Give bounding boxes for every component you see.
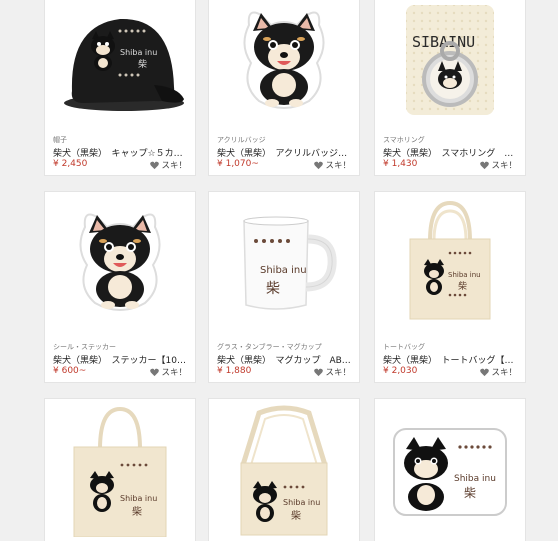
tote-design-kanji: 柴 (458, 280, 467, 292)
product-card-mug[interactable]: Shiba inu 柴 グラス・タンブラー・マグカップ 柴犬（黒柴） マグカップ… (208, 191, 360, 383)
product-card-ring[interactable]: SIBAINU スマホリング 柴犬（黒柴） スマホリング AB… ¥ 1,430… (374, 0, 526, 176)
product-title[interactable]: 柴犬（黒柴） トートバッグ【M… (383, 353, 519, 366)
product-card-badge[interactable]: アクリルバッジ 柴犬（黒柴） アクリルバッジ【S… ¥ 1,070~ スキ！ (208, 0, 360, 176)
like-button[interactable]: スキ！ (480, 366, 517, 378)
product-card-sacoche[interactable]: Shiba inu 柴 (208, 398, 360, 541)
product-price: ¥ 2,030 (383, 366, 418, 376)
product-category: トートバッグ (383, 343, 425, 351)
mug-design-text: Shiba inu (260, 265, 307, 276)
product-category: スマホリング (383, 136, 425, 144)
product-price: ¥ 1,430 (383, 159, 418, 169)
product-title[interactable]: 柴犬（黒柴） キャップ☆５カラ… (53, 146, 189, 159)
like-button[interactable]: スキ！ (150, 159, 187, 171)
like-label: スキ！ (491, 161, 517, 171)
tote-large-design-kanji: 柴 (132, 505, 142, 518)
product-title[interactable]: 柴犬（黒柴） ステッカー【10×10… (53, 353, 189, 366)
sacoche-design-text: Shiba inu (283, 498, 320, 507)
like-button[interactable]: スキ！ (314, 159, 351, 171)
product-card-tote[interactable]: Shiba inu 柴 トートバッグ 柴犬（黒柴） トートバッグ【M… ¥ 2,… (374, 191, 526, 383)
svg-text:Shiba inu: Shiba inu (120, 48, 157, 57)
product-image-ring[interactable]: SIBAINU (375, 0, 525, 125)
product-title[interactable]: 柴犬（黒柴） マグカップ ABCD… (217, 353, 353, 366)
like-button[interactable]: スキ！ (314, 366, 351, 378)
product-title[interactable]: 柴犬（黒柴） スマホリング AB… (383, 146, 519, 159)
product-price: ¥ 1,070~ (217, 159, 259, 169)
product-image-mug[interactable]: Shiba inu 柴 (209, 192, 359, 332)
pouch-design-kanji: 柴 (464, 486, 476, 500)
heart-icon (314, 368, 324, 376)
like-button[interactable]: スキ！ (480, 159, 517, 171)
like-label: スキ！ (161, 161, 187, 171)
product-image-pouch[interactable]: Shiba inu 柴 (375, 399, 525, 541)
like-button[interactable]: スキ！ (150, 366, 187, 378)
mug-design-kanji: 柴 (266, 281, 280, 297)
product-price: ¥ 600~ (53, 366, 87, 376)
heart-icon (150, 161, 160, 169)
product-title[interactable]: 柴犬（黒柴） アクリルバッジ【S… (217, 146, 353, 159)
tote-large-design-text: Shiba inu (120, 494, 157, 503)
heart-icon (150, 368, 160, 376)
pouch-design-text: Shiba inu (454, 474, 496, 484)
like-label: スキ！ (491, 368, 517, 378)
product-image-cap[interactable]: Shiba inu 柴 (45, 0, 195, 125)
product-image-sacoche[interactable]: Shiba inu 柴 (209, 399, 359, 541)
product-category: アクリルバッジ (217, 136, 266, 144)
product-category: グラス・タンブラー・マグカップ (217, 343, 322, 351)
heart-icon (480, 368, 490, 376)
product-image-sticker[interactable] (45, 192, 195, 332)
product-card-sticker[interactable]: シール・ステッカー 柴犬（黒柴） ステッカー【10×10… ¥ 600~ スキ！ (44, 191, 196, 383)
heart-icon (314, 161, 324, 169)
like-label: スキ！ (161, 368, 187, 378)
product-grid: Shiba inu 柴 帽子 柴犬（黒柴） キャップ☆５カラ… ¥ 2,450 … (0, 0, 558, 541)
product-price: ¥ 1,880 (217, 366, 252, 376)
product-price: ¥ 2,450 (53, 159, 88, 169)
product-category: シール・ステッカー (53, 343, 116, 351)
product-category: 帽子 (53, 136, 67, 144)
heart-icon (480, 161, 490, 169)
svg-text:柴: 柴 (138, 58, 147, 70)
sacoche-design-kanji: 柴 (291, 509, 301, 522)
like-label: スキ！ (325, 368, 351, 378)
tote-design-text: Shiba inu (448, 271, 481, 279)
product-card-cap[interactable]: Shiba inu 柴 帽子 柴犬（黒柴） キャップ☆５カラ… ¥ 2,450 … (44, 0, 196, 176)
product-image-badge[interactable] (209, 0, 359, 125)
product-card-pouch[interactable]: Shiba inu 柴 (374, 398, 526, 541)
product-image-tote[interactable]: Shiba inu 柴 (375, 192, 525, 332)
like-label: スキ！ (325, 161, 351, 171)
product-image-tote-large[interactable]: Shiba inu 柴 (45, 399, 195, 541)
product-card-tote-large[interactable]: Shiba inu 柴 (44, 398, 196, 541)
